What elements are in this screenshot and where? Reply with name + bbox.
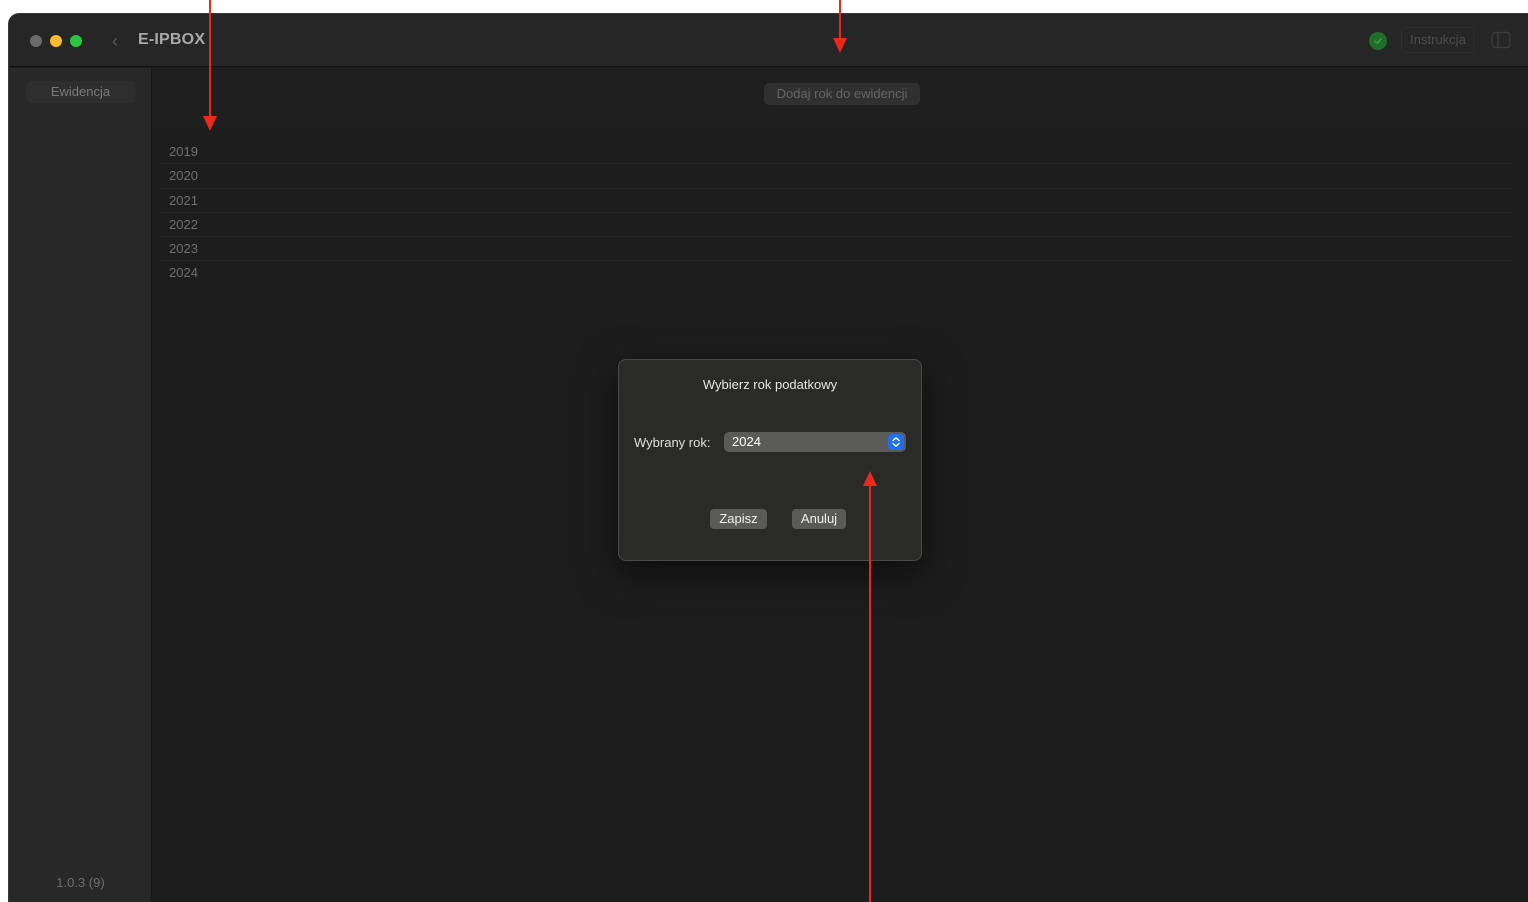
up-down-chevron-icon bbox=[888, 434, 904, 450]
title-bar: ‹ E-IPBOX Instrukcja bbox=[9, 14, 1528, 67]
save-button[interactable]: Zapisz bbox=[710, 509, 767, 529]
sidebar-item-ewidencja[interactable]: Ewidencja bbox=[26, 81, 135, 103]
dialog-title: Wybierz rok podatkowy bbox=[702, 377, 838, 392]
minimize-window-button[interactable] bbox=[50, 35, 62, 47]
selected-year-label: Wybrany rok: bbox=[634, 435, 711, 450]
sidebar-toggle-icon bbox=[1491, 31, 1511, 49]
sidebar: Ewidencja 1.0.3 (9) bbox=[9, 68, 152, 902]
list-item[interactable]: 2019 bbox=[161, 140, 1513, 165]
list-item[interactable]: 2024 bbox=[161, 261, 1513, 285]
sidebar-toggle-button[interactable] bbox=[1491, 31, 1511, 49]
instruction-button[interactable]: Instrukcja bbox=[1401, 27, 1475, 53]
app-title: E-IPBOX bbox=[138, 31, 206, 48]
back-button[interactable]: ‹ bbox=[107, 30, 123, 52]
list-item[interactable]: 2020 bbox=[161, 164, 1513, 189]
status-indicator bbox=[1369, 32, 1387, 50]
select-tax-year-dialog: Wybierz rok podatkowy Wybrany rok: 2024 … bbox=[618, 359, 922, 561]
chevron-left-icon: ‹ bbox=[112, 31, 118, 51]
toolbar: Dodaj rok do ewidencji bbox=[153, 68, 1528, 128]
add-year-button[interactable]: Dodaj rok do ewidencji bbox=[764, 83, 920, 105]
close-window-button[interactable] bbox=[30, 35, 42, 47]
checkmark-circle-icon bbox=[1374, 38, 1382, 45]
year-list: 2019 2020 2021 2022 2023 2024 bbox=[161, 140, 1513, 286]
app-version: 1.0.3 (9) bbox=[56, 875, 105, 890]
maximize-window-button[interactable] bbox=[70, 35, 82, 47]
year-select-value: 2024 bbox=[732, 434, 761, 449]
cancel-button[interactable]: Anuluj bbox=[792, 509, 846, 529]
year-select[interactable]: 2024 bbox=[724, 432, 906, 452]
list-item[interactable]: 2021 bbox=[161, 189, 1513, 213]
list-item[interactable]: 2022 bbox=[161, 213, 1513, 238]
list-item[interactable]: 2023 bbox=[161, 237, 1513, 262]
